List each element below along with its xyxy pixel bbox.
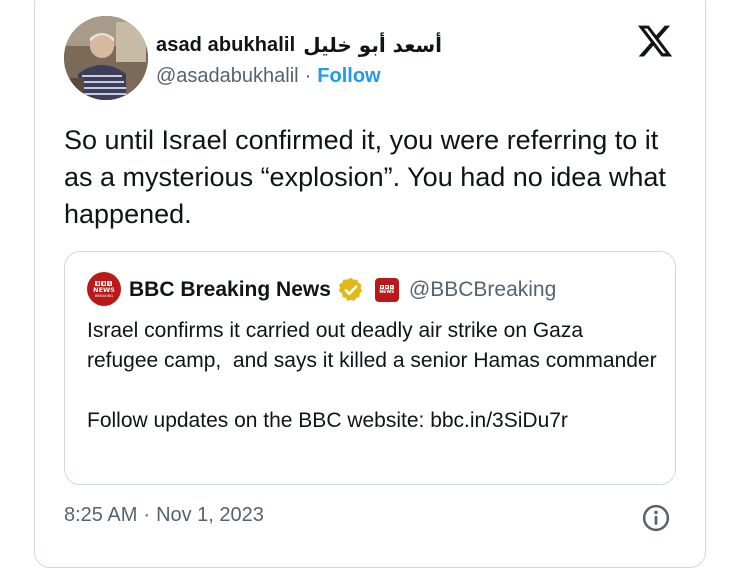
author-avatar[interactable]	[64, 16, 148, 100]
quoted-tweet[interactable]: BBC NEWS BREAKING BBC Breaking News BBC …	[64, 251, 676, 485]
quoted-header: BBC Breaking News BBC NEWS @BBCBreaking	[129, 274, 556, 306]
x-logo-icon[interactable]	[636, 22, 674, 60]
tweet-timestamp[interactable]: 8:25 AM · Nov 1, 2023	[64, 504, 264, 527]
author-name-row[interactable]: asad abukhalil أسعد أبو خليل	[156, 30, 442, 60]
follow-button[interactable]: Follow	[317, 65, 380, 88]
tweet-text: So until Israel confirmed it, you were r…	[64, 125, 674, 229]
tweet-time[interactable]: 8:25 AM	[64, 504, 137, 527]
info-icon[interactable]	[641, 503, 671, 533]
tweet-date[interactable]: Nov 1, 2023	[156, 504, 264, 527]
author-handle[interactable]: @asadabukhalil	[156, 65, 299, 88]
gold-verified-badge-icon	[338, 277, 362, 301]
bbc-news-logo: BBC NEWS BREAKING	[93, 280, 115, 298]
quoted-handle[interactable]: @BBCBreaking	[409, 278, 556, 302]
timestamp-separator: ·	[143, 504, 151, 526]
quoted-tweet-text: Israel confirms it carried out deadly ai…	[87, 319, 657, 432]
author-photo	[64, 16, 148, 100]
author-display-name[interactable]: asad abukhalil	[156, 34, 295, 57]
author-arabic-name[interactable]: أسعد أبو خليل	[303, 33, 442, 57]
author-handle-row: @asadabukhalil · Follow	[156, 62, 381, 90]
handle-separator: ·	[304, 64, 312, 87]
bbc-news-affiliate-badge-icon: BBC NEWS	[374, 278, 399, 302]
quoted-display-name[interactable]: BBC Breaking News	[129, 278, 331, 302]
quoted-author-avatar[interactable]: BBC NEWS BREAKING	[87, 272, 121, 306]
